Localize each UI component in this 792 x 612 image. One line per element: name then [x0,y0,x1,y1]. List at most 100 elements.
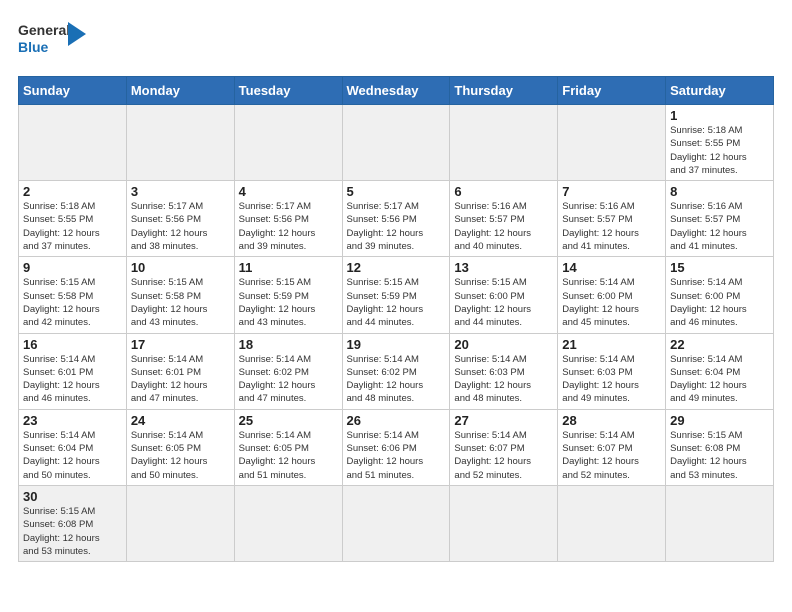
day-number: 18 [239,337,338,352]
calendar-day-cell [234,485,342,561]
day-number: 17 [131,337,230,352]
day-number: 7 [562,184,661,199]
day-number: 6 [454,184,553,199]
logo: General Blue [18,18,74,70]
day-info: Sunrise: 5:16 AM Sunset: 5:57 PM Dayligh… [454,200,553,253]
logo-blue: Blue [18,39,74,56]
day-info: Sunrise: 5:14 AM Sunset: 6:04 PM Dayligh… [23,429,122,482]
day-info: Sunrise: 5:15 AM Sunset: 6:00 PM Dayligh… [454,276,553,329]
day-info: Sunrise: 5:15 AM Sunset: 6:08 PM Dayligh… [670,429,769,482]
day-info: Sunrise: 5:14 AM Sunset: 6:02 PM Dayligh… [239,353,338,406]
day-info: Sunrise: 5:18 AM Sunset: 5:55 PM Dayligh… [670,124,769,177]
day-number: 15 [670,260,769,275]
day-info: Sunrise: 5:14 AM Sunset: 6:07 PM Dayligh… [562,429,661,482]
calendar-day-cell [666,485,774,561]
day-number: 21 [562,337,661,352]
day-number: 23 [23,413,122,428]
day-number: 25 [239,413,338,428]
calendar-day-cell: 18Sunrise: 5:14 AM Sunset: 6:02 PM Dayli… [234,333,342,409]
calendar-day-cell: 14Sunrise: 5:14 AM Sunset: 6:00 PM Dayli… [558,257,666,333]
calendar-day-cell [19,105,127,181]
day-number: 10 [131,260,230,275]
calendar-day-cell: 28Sunrise: 5:14 AM Sunset: 6:07 PM Dayli… [558,409,666,485]
calendar-day-cell: 25Sunrise: 5:14 AM Sunset: 6:05 PM Dayli… [234,409,342,485]
day-info: Sunrise: 5:18 AM Sunset: 5:55 PM Dayligh… [23,200,122,253]
day-info: Sunrise: 5:16 AM Sunset: 5:57 PM Dayligh… [562,200,661,253]
calendar-day-cell [342,105,450,181]
day-number: 9 [23,260,122,275]
weekday-header-wednesday: Wednesday [342,77,450,105]
day-number: 4 [239,184,338,199]
calendar-header-row: SundayMondayTuesdayWednesdayThursdayFrid… [19,77,774,105]
day-number: 16 [23,337,122,352]
calendar-day-cell: 11Sunrise: 5:15 AM Sunset: 5:59 PM Dayli… [234,257,342,333]
day-number: 19 [347,337,446,352]
day-info: Sunrise: 5:14 AM Sunset: 6:06 PM Dayligh… [347,429,446,482]
calendar-week-row: 23Sunrise: 5:14 AM Sunset: 6:04 PM Dayli… [19,409,774,485]
calendar-day-cell [234,105,342,181]
day-info: Sunrise: 5:14 AM Sunset: 6:00 PM Dayligh… [670,276,769,329]
weekday-header-friday: Friday [558,77,666,105]
day-info: Sunrise: 5:15 AM Sunset: 5:58 PM Dayligh… [23,276,122,329]
calendar-day-cell: 5Sunrise: 5:17 AM Sunset: 5:56 PM Daylig… [342,181,450,257]
calendar-day-cell: 16Sunrise: 5:14 AM Sunset: 6:01 PM Dayli… [19,333,127,409]
day-number: 11 [239,260,338,275]
day-info: Sunrise: 5:14 AM Sunset: 6:00 PM Dayligh… [562,276,661,329]
calendar-week-row: 16 Sunrise: 5:14 AM Sunset: 6:01 PM Dayli… [19,333,774,409]
calendar-table: SundayMondayTuesdayWednesdayThursdayFrid… [18,76,774,562]
day-number: 3 [131,184,230,199]
weekday-header-thursday: Thursday [450,77,558,105]
calendar-day-cell: 24Sunrise: 5:14 AM Sunset: 6:05 PM Dayli… [126,409,234,485]
day-info: Sunrise: 5:16 AM Sunset: 5:57 PM Dayligh… [670,200,769,253]
day-number: 14 [562,260,661,275]
page-header: General Blue [18,18,774,70]
calendar-day-cell: 4Sunrise: 5:17 AM Sunset: 5:56 PM Daylig… [234,181,342,257]
day-number: 13 [454,260,553,275]
calendar-day-cell: 29Sunrise: 5:15 AM Sunset: 6:08 PM Dayli… [666,409,774,485]
calendar-day-cell: 2Sunrise: 5:18 AM Sunset: 5:55 PM Daylig… [19,181,127,257]
day-number: 22 [670,337,769,352]
calendar-day-cell: 3Sunrise: 5:17 AM Sunset: 5:56 PM Daylig… [126,181,234,257]
day-info: Sunrise: 5:15 AM Sunset: 5:58 PM Dayligh… [131,276,230,329]
calendar-week-row: 9Sunrise: 5:15 AM Sunset: 5:58 PM Daylig… [19,257,774,333]
day-info: Sunrise: 5:14 AM Sunset: 6:03 PM Dayligh… [454,353,553,406]
calendar-day-cell: 20Sunrise: 5:14 AM Sunset: 6:03 PM Dayli… [450,333,558,409]
day-info: Sunrise: 5:14 AM Sunset: 6:01 PM Dayligh… [131,353,230,406]
calendar-day-cell [450,485,558,561]
calendar-day-cell: 6Sunrise: 5:16 AM Sunset: 5:57 PM Daylig… [450,181,558,257]
day-info: Sunrise: 5:14 AM Sunset: 6:04 PM Dayligh… [670,353,769,406]
calendar-day-cell [342,485,450,561]
day-number: 29 [670,413,769,428]
calendar-day-cell: 21Sunrise: 5:14 AM Sunset: 6:03 PM Dayli… [558,333,666,409]
day-info: Sunrise: 5:17 AM Sunset: 5:56 PM Dayligh… [131,200,230,253]
calendar-day-cell [558,485,666,561]
weekday-header-tuesday: Tuesday [234,77,342,105]
logo-general: General [18,22,74,39]
calendar-day-cell: 23Sunrise: 5:14 AM Sunset: 6:04 PM Dayli… [19,409,127,485]
calendar-week-row: 1Sunrise: 5:18 AM Sunset: 5:55 PM Daylig… [19,105,774,181]
day-number: 24 [131,413,230,428]
calendar-day-cell: 30Sunrise: 5:15 AM Sunset: 6:08 PM Dayli… [19,485,127,561]
day-info: Sunrise: 5:15 AM Sunset: 6:08 PM Dayligh… [23,505,122,558]
day-number: 20 [454,337,553,352]
day-number: 12 [347,260,446,275]
day-info: Sunrise: 5:14 AM Sunset: 6:05 PM Dayligh… [239,429,338,482]
day-number: 26 [347,413,446,428]
day-number: 2 [23,184,122,199]
day-info: Sunrise: 5:17 AM Sunset: 5:56 PM Dayligh… [347,200,446,253]
day-info: Sunrise: 5:15 AM Sunset: 5:59 PM Dayligh… [347,276,446,329]
weekday-header-monday: Monday [126,77,234,105]
calendar-day-cell: 10Sunrise: 5:15 AM Sunset: 5:58 PM Dayli… [126,257,234,333]
day-number: 30 [23,489,122,504]
calendar-day-cell [126,485,234,561]
calendar-day-cell [126,105,234,181]
day-info: Sunrise: 5:17 AM Sunset: 5:56 PM Dayligh… [239,200,338,253]
day-number: 5 [347,184,446,199]
calendar-week-row: 2Sunrise: 5:18 AM Sunset: 5:55 PM Daylig… [19,181,774,257]
calendar-day-cell [558,105,666,181]
day-info: Sunrise: 5:15 AM Sunset: 5:59 PM Dayligh… [239,276,338,329]
day-info: Sunrise: 5:14 AM Sunset: 6:05 PM Dayligh… [131,429,230,482]
calendar-day-cell: 19Sunrise: 5:14 AM Sunset: 6:02 PM Dayli… [342,333,450,409]
day-number: 27 [454,413,553,428]
day-info: Sunrise: 5:14 AM Sunset: 6:07 PM Dayligh… [454,429,553,482]
